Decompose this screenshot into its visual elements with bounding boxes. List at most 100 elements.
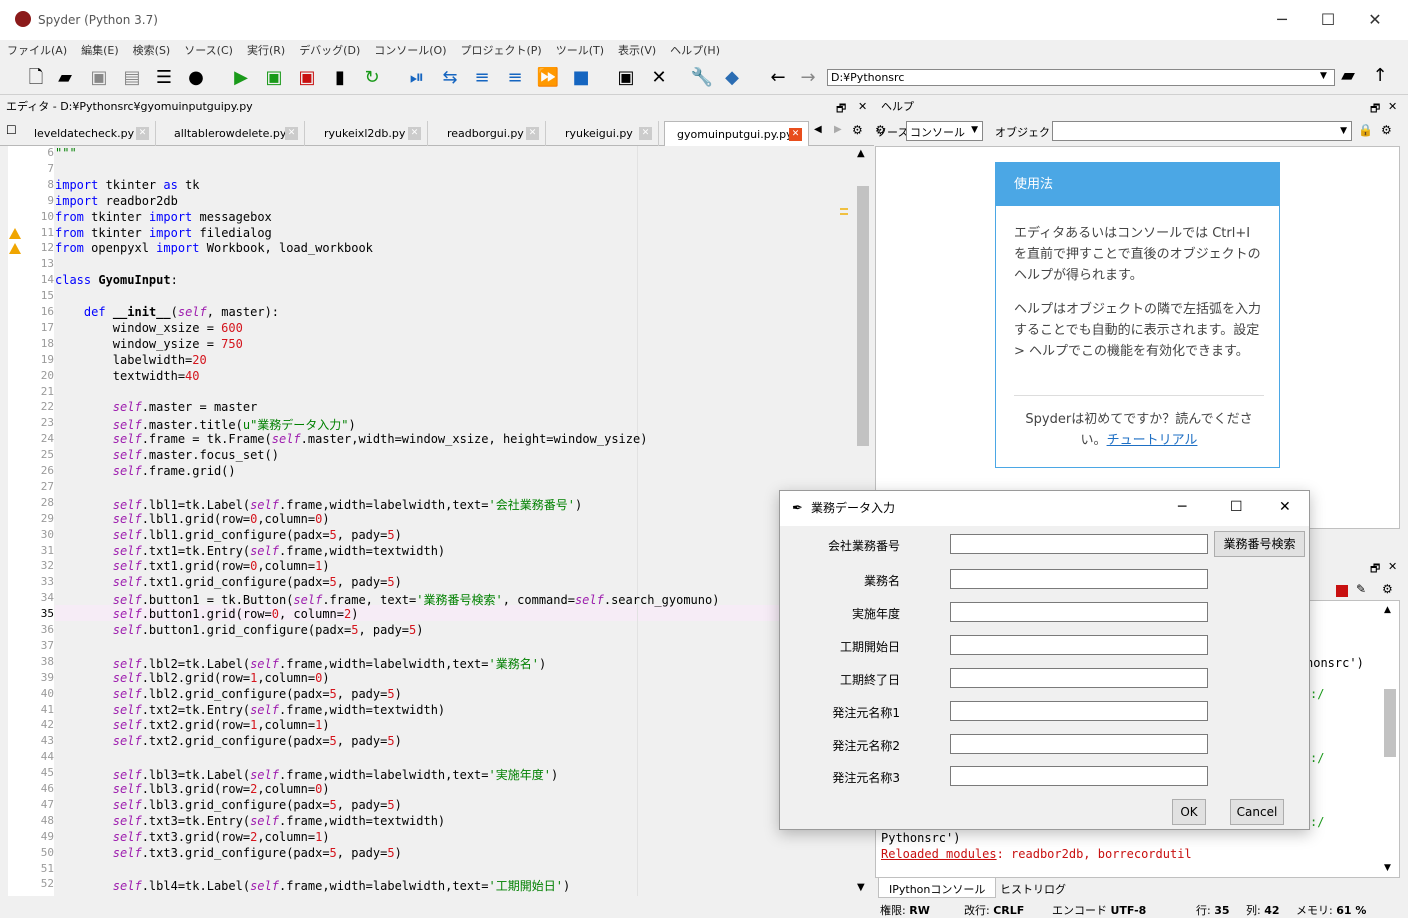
object-input[interactable]: ▼ [1052, 121, 1352, 141]
chevron-down-icon[interactable]: ▼ [1320, 71, 1327, 81]
close-pane-icon[interactable]: ✕ [858, 100, 867, 113]
end-date-input[interactable] [950, 668, 1208, 688]
tab-ryukeixl2db[interactable]: ryukeixl2db.py ✕ [310, 121, 428, 146]
scroll-down-icon[interactable]: ▼ [857, 882, 865, 893]
lock-icon[interactable]: 🔒 [1358, 123, 1373, 137]
tab-leveldatecheck[interactable]: leveldatecheck.py ✕ [6, 121, 156, 146]
step-return-icon[interactable]: ≡ [503, 66, 527, 90]
maximize-pane-icon[interactable]: ▣ [614, 66, 638, 90]
eraser-icon[interactable]: ✎ [1356, 582, 1366, 596]
code-line[interactable]: self.lbl4=tk.Label(self.frame,width=labe… [55, 877, 570, 894]
working-directory-input[interactable]: D:¥Pythonsrc [827, 69, 1335, 86]
client-name1-input[interactable] [950, 701, 1208, 721]
scrollbar-thumb[interactable] [857, 186, 869, 446]
code-line[interactable]: self.master.focus_set() [55, 448, 279, 462]
code-line[interactable]: """ [55, 146, 77, 160]
run-cell-icon[interactable]: ▣ [262, 66, 286, 90]
fullscreen-icon[interactable]: ✕ [647, 66, 671, 90]
code-line[interactable]: self.frame.grid() [55, 464, 236, 478]
tab-close-icon[interactable]: ✕ [526, 127, 539, 140]
gear-icon[interactable]: ⚙ [1381, 123, 1392, 137]
code-line[interactable]: self.master = master [55, 400, 258, 414]
code-line[interactable]: from tkinter import filedialog [55, 226, 272, 240]
undock-icon[interactable]: 🗗 [1370, 560, 1380, 579]
gyomu-number-search-button[interactable]: 業務番号検索 [1214, 531, 1305, 557]
browse-directory-icon[interactable]: ▰ [1336, 64, 1360, 88]
tab-close-icon[interactable]: ✕ [136, 127, 149, 140]
parent-directory-icon[interactable]: ↑ [1368, 64, 1392, 88]
close-pane-icon[interactable]: ✕ [1388, 100, 1397, 113]
ok-button[interactable]: OK [1172, 799, 1206, 825]
code-line[interactable]: def __init__(self, master): [55, 305, 279, 319]
tab-close-icon[interactable]: ✕ [285, 127, 298, 140]
code-line[interactable]: textwidth=40 [55, 369, 200, 383]
start-date-input[interactable] [950, 635, 1208, 655]
step-icon[interactable]: ⇆ [438, 66, 462, 90]
tab-scroll-right-icon[interactable]: ▶ [834, 124, 842, 135]
forward-arrow-icon[interactable]: → [796, 66, 820, 90]
run-selection-icon[interactable]: ▮ [328, 66, 352, 90]
code-line[interactable]: self.lbl2=tk.Label(self.frame,width=labe… [55, 655, 546, 672]
minimize-button[interactable]: ─ [1262, 8, 1302, 32]
menu-source[interactable]: ソース(C) [177, 40, 240, 58]
scrollbar-thumb[interactable] [1384, 689, 1396, 757]
code-line[interactable]: self.txt1=tk.Entry(self.frame,width=text… [55, 544, 445, 558]
code-line[interactable]: self.button1.grid_configure(padx=5, pady… [55, 623, 424, 637]
code-line[interactable]: self.lbl3.grid_configure(padx=5, pady=5) [55, 798, 402, 812]
save-icon[interactable]: ▣ [87, 66, 111, 90]
code-line[interactable]: window_xsize = 600 [55, 321, 243, 335]
code-line[interactable]: self.txt2.grid(row=1,column=1) [55, 718, 330, 732]
code-line[interactable]: self.lbl1.grid_configure(padx=5, pady=5) [55, 528, 402, 542]
menu-debug[interactable]: デバッグ(D) [292, 40, 367, 58]
code-line[interactable]: self.lbl3=tk.Label(self.frame,width=labe… [55, 766, 558, 783]
company-gyomu-number-input[interactable] [950, 534, 1208, 554]
tab-ipython-console[interactable]: IPythonコンソール [878, 878, 997, 898]
code-line[interactable]: import readbor2db [55, 194, 178, 208]
code-line[interactable]: self.txt2=tk.Entry(self.frame,width=text… [55, 703, 445, 717]
gear-icon[interactable]: ⚙ [1382, 582, 1393, 596]
tab-readborgui[interactable]: readborgui.py ✕ [433, 121, 546, 146]
code-line[interactable]: self.button1.grid(row=0, column=2) [55, 607, 359, 621]
code-line[interactable]: self.txt2.grid_configure(padx=5, pady=5) [55, 734, 402, 748]
fiscal-year-input[interactable] [950, 602, 1208, 622]
gear-icon[interactable]: ⚙ [852, 123, 863, 137]
dialog-maximize-button[interactable]: ☐ [1230, 499, 1243, 515]
scroll-up-icon[interactable]: ▲ [1384, 605, 1391, 615]
list-icon[interactable]: ☰ [152, 66, 176, 90]
interrupt-kernel-icon[interactable] [1336, 585, 1348, 597]
code-line[interactable]: from tkinter import messagebox [55, 210, 272, 224]
dialog-minimize-button[interactable]: ─ [1178, 499, 1186, 515]
client-name3-input[interactable] [950, 766, 1208, 786]
code-line[interactable]: from openpyxl import Workbook, load_work… [55, 241, 373, 255]
code-editor[interactable]: 6 7 8 9 10 11 12 13 14 15 16 17 18 19 20 21 22 23 24 25 26 27… [8, 146, 854, 896]
menu-edit[interactable]: 編集(E) [74, 40, 126, 58]
code-line[interactable]: self.txt1.grid(row=0,column=1) [55, 559, 330, 573]
menu-projects[interactable]: プロジェクト(P) [454, 40, 549, 58]
scroll-down-icon[interactable]: ▼ [1384, 863, 1391, 873]
code-line[interactable]: self.txt3=tk.Entry(self.frame,width=text… [55, 814, 445, 828]
step-into-icon[interactable]: ≡ [470, 66, 494, 90]
tab-alltablerowdelete[interactable]: alltablerowdelete.py ✕ [160, 121, 305, 146]
gyomu-name-input[interactable] [950, 569, 1208, 589]
code-line[interactable]: window_ysize = 750 [55, 337, 243, 351]
code-line[interactable]: self.lbl1.grid(row=0,column=0) [55, 512, 330, 526]
code-line[interactable]: self.lbl2.grid(row=1,column=0) [55, 671, 330, 685]
tab-close-icon[interactable]: ✕ [639, 127, 652, 140]
continue-icon[interactable]: ⏩ [536, 66, 560, 90]
code-line[interactable]: self.master.title(u"業務データ入力") [55, 416, 356, 433]
new-file-icon[interactable]: 🗋 [24, 66, 48, 90]
code-line[interactable]: self.txt3.grid_configure(padx=5, pady=5) [55, 846, 402, 860]
debug-icon[interactable]: ⏯ [405, 66, 429, 90]
menu-run[interactable]: 実行(R) [240, 40, 292, 58]
tab-close-icon[interactable]: ✕ [408, 127, 421, 140]
source-select[interactable]: コンソール ▼ [906, 121, 983, 141]
code-line[interactable]: class GyomuInput: [55, 273, 178, 287]
run-icon[interactable]: ▶ [229, 66, 253, 90]
code-line[interactable]: labelwidth=20 [55, 353, 207, 367]
code-line[interactable]: self.button1 = tk.Button(self.frame, tex… [55, 591, 720, 608]
tab-gyomuinputgui[interactable]: gyomuinputgui.py.py ✕ [664, 121, 809, 146]
undock-icon[interactable]: 🗗 [836, 100, 846, 119]
save-all-icon[interactable]: ▤ [120, 66, 144, 90]
close-pane-icon[interactable]: ✕ [1388, 560, 1397, 573]
client-name2-input[interactable] [950, 734, 1208, 754]
